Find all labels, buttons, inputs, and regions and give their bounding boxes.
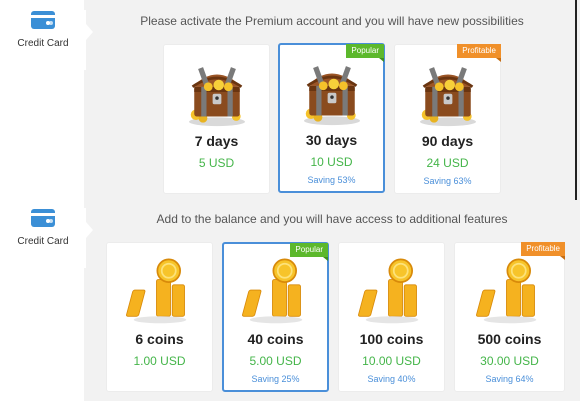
payment-method-tab-premium[interactable]: Credit Card (0, 10, 93, 70)
coin-pack-40[interactable]: Popular 40 coins 5.00 USD Saving 25% (222, 242, 329, 392)
coin-stack-icon (475, 255, 545, 325)
coin-pack-100[interactable]: 100 coins 10.00 USD Saving 40% (338, 242, 445, 392)
coin-pack-6[interactable]: 6 coins 1.00 USD (106, 242, 213, 392)
plan-saving: Saving 63% (423, 176, 472, 186)
plan-title: 90 days (421, 133, 474, 149)
plan-card-90-days[interactable]: Profitable 90 days 24 USD Saving 63% (394, 44, 501, 194)
pack-title: 40 coins (247, 331, 304, 347)
profitable-badge: Profitable (457, 44, 501, 62)
plan-price: 10 USD (310, 155, 353, 169)
scrollbar[interactable] (575, 0, 577, 200)
pack-saving: Saving 64% (485, 374, 534, 384)
credit-card-icon (30, 208, 56, 228)
payment-method-tab-balance[interactable]: Credit Card (0, 208, 93, 268)
pack-saving: Saving 25% (251, 374, 300, 384)
balance-heading: Add to the balance and you will have acc… (156, 212, 508, 226)
pack-saving: Saving 40% (367, 374, 416, 384)
plan-price: 5 USD (198, 156, 235, 170)
pack-title: 6 coins (135, 331, 184, 347)
plan-saving: Saving 53% (307, 175, 356, 185)
plan-title: 30 days (305, 132, 358, 148)
plan-card-30-days[interactable]: Popular 30 days 10 USD Saving 53% (278, 43, 385, 193)
plan-price: 24 USD (426, 156, 469, 170)
pack-price: 30.00 USD (480, 354, 539, 368)
payment-method-label: Credit Card (17, 38, 69, 49)
pack-title: 500 coins (477, 331, 542, 347)
coin-stack-icon (241, 255, 311, 325)
coin-stack-icon (125, 255, 195, 325)
payment-method-label: Credit Card (17, 236, 69, 247)
coin-stack-icon (357, 255, 427, 325)
pack-price: 10.00 USD (362, 354, 421, 368)
plan-title: 7 days (194, 133, 239, 149)
profitable-badge: Profitable (521, 242, 565, 260)
pack-price: 5.00 USD (249, 354, 302, 368)
plan-card-7-days[interactable]: 7 days 5 USD (163, 44, 270, 194)
treasure-chest-icon (413, 57, 483, 127)
premium-heading: Please activate the Premium account and … (140, 14, 524, 28)
coin-pack-500[interactable]: Profitable 500 coins 30.00 USD Saving 64… (454, 242, 565, 392)
treasure-chest-icon (182, 57, 252, 127)
credit-card-icon (30, 10, 56, 30)
pack-title: 100 coins (359, 331, 424, 347)
pack-price: 1.00 USD (133, 354, 186, 368)
treasure-chest-icon (297, 56, 367, 126)
